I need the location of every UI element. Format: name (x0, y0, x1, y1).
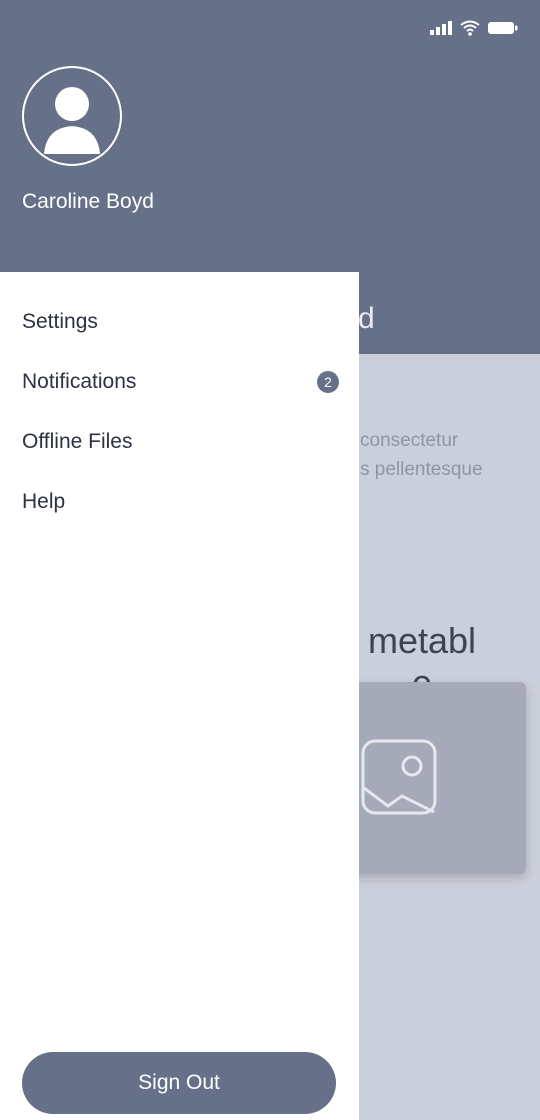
menu-item-label: Help (22, 490, 66, 513)
menu-item-help[interactable]: Help (0, 472, 359, 532)
menu-item-settings[interactable]: Settings (0, 292, 359, 352)
notification-count-badge: 2 (317, 371, 339, 393)
menu-item-label: Notifications (22, 370, 137, 393)
navigation-drawer: Settings Notifications 2 Offline Files H… (0, 272, 359, 1120)
background-title: d (358, 302, 375, 335)
user-name: Caroline Boyd (22, 190, 154, 213)
background-paragraph: consectetur s pellentesque (360, 430, 483, 480)
avatar[interactable] (22, 66, 122, 166)
menu-item-notifications[interactable]: Notifications 2 (0, 352, 359, 412)
background-image-card (348, 682, 526, 874)
image-placeholder-icon (361, 739, 437, 815)
menu-item-label: Settings (22, 310, 98, 333)
sign-out-button[interactable]: Sign Out (22, 1052, 336, 1114)
menu-item-label: Offline Files (22, 430, 133, 453)
drawer-menu: Settings Notifications 2 Offline Files H… (0, 292, 359, 532)
drawer-header: Caroline Boyd (0, 0, 540, 272)
menu-item-offline-files[interactable]: Offline Files (0, 412, 359, 472)
user-silhouette-icon (44, 87, 100, 154)
